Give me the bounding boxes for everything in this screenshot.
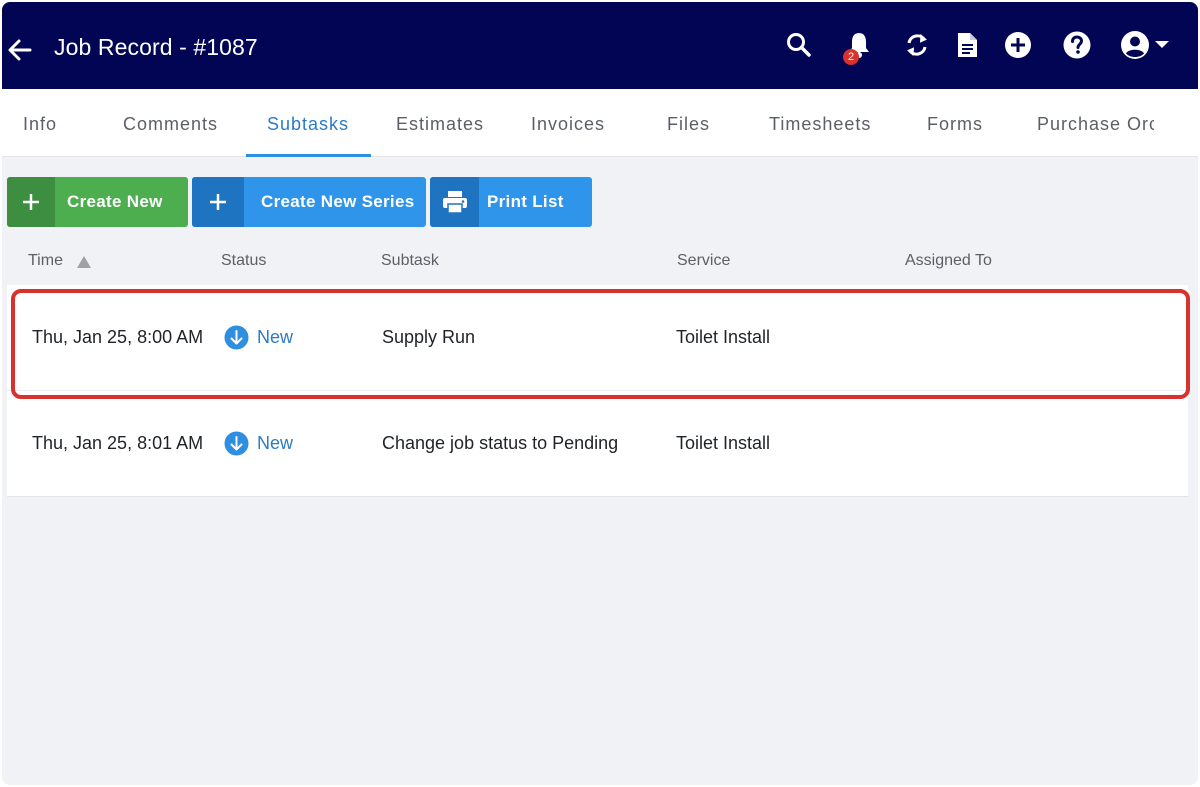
- tab-forms[interactable]: Forms: [927, 89, 983, 157]
- account-icon[interactable]: [1120, 30, 1150, 60]
- tab-estimates[interactable]: Estimates: [396, 89, 484, 157]
- column-header-assigned-to[interactable]: Assigned To: [905, 252, 992, 270]
- add-circle-icon[interactable]: [1003, 30, 1033, 60]
- service-cell: Toilet Install: [676, 327, 771, 347]
- back-arrow-icon[interactable]: [6, 36, 34, 64]
- column-header-service[interactable]: Service: [677, 252, 730, 270]
- create-new-label: Create New: [67, 192, 163, 211]
- service-cell: Toilet Install: [676, 433, 771, 453]
- tab-files[interactable]: Files: [667, 89, 710, 157]
- print-list-button[interactable]: Print List: [430, 177, 592, 227]
- tab-comments[interactable]: Comments: [123, 89, 218, 157]
- document-icon[interactable]: [952, 30, 982, 60]
- tab-purchase-orders[interactable]: Purchase Orc: [1037, 89, 1154, 157]
- plus-icon: [7, 177, 55, 227]
- time-cell: Thu, Jan 25, 8:01 AM: [32, 433, 204, 453]
- create-new-button[interactable]: Create New: [7, 177, 188, 227]
- column-header-subtask[interactable]: Subtask: [381, 252, 439, 270]
- create-new-series-button[interactable]: Create New Series: [192, 177, 426, 227]
- printer-icon: [430, 177, 479, 227]
- arrow-down-circle-icon: [224, 325, 249, 350]
- search-icon[interactable]: [784, 30, 814, 60]
- subtasks-table: Thu, Jan 25, 8:00 AM New Supply Run Toil…: [7, 285, 1188, 497]
- subtask-cell: Change job status to Pending: [382, 433, 619, 453]
- status-cell[interactable]: New: [224, 391, 293, 496]
- status-label: New: [257, 327, 294, 347]
- tab-invoices[interactable]: Invoices: [531, 89, 605, 157]
- subtask-cell: Supply Run: [382, 327, 476, 347]
- create-new-series-label: Create New Series: [261, 192, 415, 211]
- tab-timesheets[interactable]: Timesheets: [769, 89, 871, 157]
- app-window: Job Record - #1087 2 Info Comments Subta…: [2, 2, 1198, 785]
- tab-bar: Info Comments Subtasks Estimates Invoice…: [2, 89, 1198, 157]
- status-cell[interactable]: New: [224, 285, 293, 390]
- table-row[interactable]: Thu, Jan 25, 8:00 AM New Supply Run Toil…: [7, 285, 1188, 390]
- page-title: Job Record - #1087: [54, 34, 258, 60]
- plus-icon: [192, 177, 244, 227]
- notification-badge: 2: [843, 49, 859, 65]
- tab-subtasks[interactable]: Subtasks: [267, 89, 349, 157]
- top-bar: Job Record - #1087 2: [2, 2, 1198, 89]
- table-row[interactable]: Thu, Jan 25, 8:01 AM New Change job stat…: [7, 390, 1188, 495]
- tab-info[interactable]: Info: [23, 89, 57, 157]
- column-header-time[interactable]: Time: [28, 252, 63, 270]
- arrow-down-circle-icon: [224, 431, 249, 456]
- print-list-label: Print List: [487, 192, 564, 211]
- refresh-icon[interactable]: [902, 30, 932, 60]
- column-header-status[interactable]: Status: [221, 252, 266, 270]
- sort-ascending-icon[interactable]: [76, 255, 92, 269]
- status-label: New: [257, 433, 294, 453]
- active-tab-indicator: [246, 154, 371, 157]
- help-icon[interactable]: [1062, 30, 1092, 60]
- chevron-down-icon[interactable]: [1152, 38, 1172, 52]
- time-cell: Thu, Jan 25, 8:00 AM: [32, 327, 204, 347]
